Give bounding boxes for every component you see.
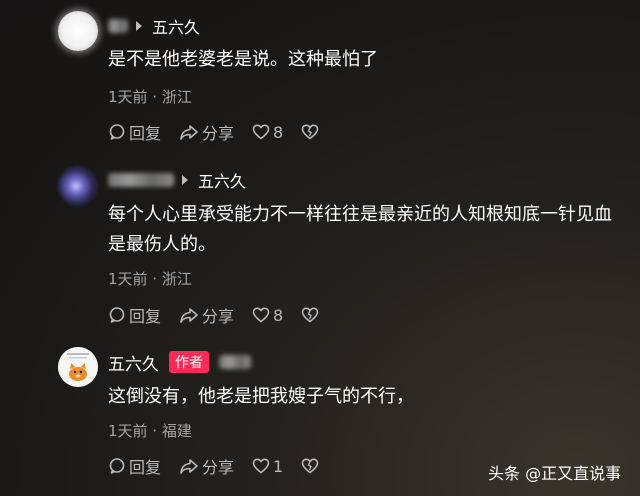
comment-meta: 1天前 · 福建 xyxy=(108,422,192,440)
reply-icon xyxy=(109,307,125,323)
share-icon xyxy=(180,308,198,323)
broken-heart-icon xyxy=(301,458,319,474)
like-count: 8 xyxy=(273,305,284,325)
reply-label: 回复 xyxy=(129,458,162,477)
reply-label: 回复 xyxy=(129,124,162,143)
comment-actions: 回复 分享 8 xyxy=(108,121,319,143)
comment-header: 五六久 xyxy=(108,169,246,191)
comment-actions: 回复 分享 8 xyxy=(108,304,319,326)
like-button[interactable]: 8 xyxy=(252,123,283,142)
share-button[interactable]: 分享 xyxy=(179,454,234,478)
reply-button[interactable]: 回复 xyxy=(108,454,161,478)
caret-right-icon xyxy=(182,175,188,185)
dislike-button[interactable] xyxy=(301,123,319,141)
author-badge: 作者 xyxy=(169,351,209,373)
like-button[interactable]: 8 xyxy=(252,306,283,325)
like-button[interactable]: 1 xyxy=(252,457,283,476)
watermark: 头条 @正又直说事 xyxy=(488,464,622,483)
heart-icon xyxy=(252,124,270,140)
comment-text: 是不是他老婆老是说。这种最怕了 xyxy=(108,49,378,70)
caret-right-icon xyxy=(136,21,142,31)
comment-header: 五六久 作者 xyxy=(108,350,251,375)
share-button[interactable]: 分享 xyxy=(179,120,234,144)
reply-icon xyxy=(109,458,125,474)
comment-meta: 1天前 · 浙江 xyxy=(108,88,192,106)
blurred-username[interactable] xyxy=(219,355,251,369)
heart-icon xyxy=(252,458,270,474)
share-label: 分享 xyxy=(202,307,235,326)
dislike-button[interactable] xyxy=(301,306,319,324)
author-avatar[interactable] xyxy=(58,347,98,387)
reply-button[interactable]: 回复 xyxy=(108,303,161,327)
share-icon xyxy=(180,459,198,474)
share-label: 分享 xyxy=(202,124,235,143)
comment-actions: 回复 分享 1 xyxy=(108,455,319,477)
avatar[interactable] xyxy=(58,166,98,206)
heart-icon xyxy=(252,307,270,323)
comment-text: 每个人心里承受能力不一样往往是最亲近的人知根知底一针见血是最伤人的。 xyxy=(108,204,612,255)
reply-to-name[interactable]: 五六久 xyxy=(198,168,246,192)
comment-header: 五六久 xyxy=(108,15,200,37)
reply-icon xyxy=(109,124,125,140)
share-label: 分享 xyxy=(202,458,235,477)
cat-logo-icon xyxy=(58,347,98,387)
avatar[interactable] xyxy=(58,11,98,51)
comment-meta: 1天前 · 浙江 xyxy=(108,270,192,288)
reply-to-name[interactable]: 五六久 xyxy=(152,14,200,38)
share-icon xyxy=(180,125,198,140)
reply-button[interactable]: 回复 xyxy=(108,120,161,144)
like-count: 8 xyxy=(273,122,284,142)
reply-label: 回复 xyxy=(129,307,162,326)
comment-text: 这倒没有，他老是把我嫂子气的不行， xyxy=(108,386,414,407)
blurred-username[interactable] xyxy=(108,173,174,187)
like-count: 1 xyxy=(273,456,284,476)
share-button[interactable]: 分享 xyxy=(179,303,234,327)
broken-heart-icon xyxy=(301,307,319,323)
broken-heart-icon xyxy=(301,124,319,140)
author-name[interactable]: 五六久 xyxy=(108,350,159,375)
dislike-button[interactable] xyxy=(301,457,319,475)
blurred-username[interactable] xyxy=(108,19,128,33)
